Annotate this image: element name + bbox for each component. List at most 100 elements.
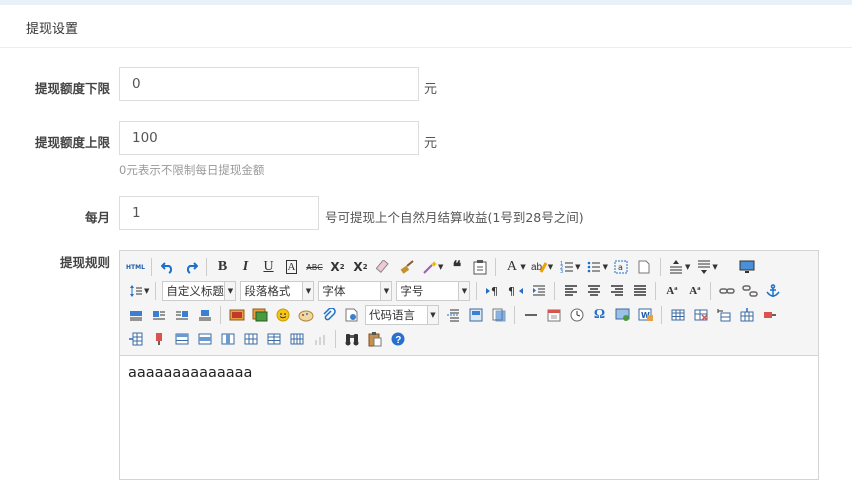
search-replace-icon[interactable]	[342, 329, 362, 349]
special-chars-icon[interactable]: Ω	[590, 305, 610, 325]
select-all-icon[interactable]: a	[611, 257, 631, 277]
image-left-icon[interactable]	[149, 305, 169, 325]
delete-row-icon[interactable]	[760, 305, 780, 325]
line-height-icon[interactable]	[126, 281, 146, 301]
undo-icon[interactable]	[158, 257, 178, 277]
row-spacing-top-icon[interactable]	[666, 257, 686, 277]
indent-icon[interactable]	[529, 281, 549, 301]
delete-column-icon[interactable]	[149, 329, 169, 349]
section-title: 提现设置	[26, 22, 79, 37]
toolbar-divider	[151, 258, 152, 276]
toolbar-divider	[661, 306, 662, 324]
horizontal-rule-icon[interactable]	[521, 305, 541, 325]
align-justify-icon[interactable]	[630, 281, 650, 301]
insert-table-icon[interactable]	[668, 305, 688, 325]
link-icon[interactable]	[717, 281, 737, 301]
attachment-icon[interactable]	[319, 305, 339, 325]
chevron-down-icon: ▼	[458, 282, 470, 300]
chevron-down-icon[interactable]: ▼	[144, 287, 149, 295]
split-cells-icon[interactable]	[241, 329, 261, 349]
image-right-icon[interactable]	[172, 305, 192, 325]
merge-down-icon[interactable]	[218, 329, 238, 349]
font-size-value: 字号	[400, 284, 424, 298]
chevron-down-icon[interactable]: ▼	[548, 263, 553, 271]
image-none-icon[interactable]	[126, 305, 146, 325]
redo-icon[interactable]	[181, 257, 201, 277]
page-break-icon[interactable]	[443, 305, 463, 325]
underline-icon[interactable]: U	[259, 257, 279, 277]
chevron-down-icon[interactable]: ▼	[685, 263, 690, 271]
editor-content[interactable]: aaaaaaaaaaaaaa	[128, 365, 252, 381]
merge-cells-icon[interactable]	[172, 329, 192, 349]
insert-row-icon[interactable]	[737, 305, 757, 325]
anchor-icon[interactable]	[763, 281, 783, 301]
unordered-list-icon[interactable]	[584, 257, 604, 277]
image-center-icon[interactable]	[195, 305, 215, 325]
to-lowercase-icon[interactable]: Aª	[685, 281, 705, 301]
eraser-icon[interactable]	[374, 257, 394, 277]
background-icon[interactable]	[489, 305, 509, 325]
font-color-icon[interactable]: A	[502, 257, 522, 277]
paragraph-format-select[interactable]: 段落格式 ▼	[240, 281, 315, 301]
chevron-down-icon[interactable]: ▼	[575, 263, 580, 271]
italic-icon[interactable]: I	[236, 257, 256, 277]
split-columns-icon[interactable]	[287, 329, 307, 349]
rich-text-editor[interactable]: HTML B I U A ABC X2 X2 ▼ ❝ A ▼ ab ▼ 1 2 …	[119, 250, 819, 480]
paste-plain-icon[interactable]	[470, 257, 490, 277]
custom-title-select[interactable]: 自定义标题 ▼	[162, 281, 237, 301]
align-right-icon[interactable]	[607, 281, 627, 301]
ordered-list-icon[interactable]: 123	[557, 257, 577, 277]
date-icon[interactable]	[544, 305, 564, 325]
split-rows-icon[interactable]	[264, 329, 284, 349]
svg-text:¶: ¶	[508, 285, 515, 298]
to-uppercase-icon[interactable]: Aª	[662, 281, 682, 301]
direction-rtl-icon[interactable]: ¶	[506, 281, 526, 301]
font-border-icon[interactable]: A	[282, 257, 302, 277]
map-icon[interactable]	[613, 305, 633, 325]
chevron-down-icon[interactable]: ▼	[438, 263, 443, 271]
chart-icon[interactable]	[310, 329, 330, 349]
blockquote-icon[interactable]: ❝	[447, 257, 467, 277]
html-source-button[interactable]: HTML	[126, 257, 146, 277]
clear-document-icon[interactable]	[634, 257, 654, 277]
code-language-select[interactable]: 代码语言 ▼	[365, 305, 439, 325]
template-icon[interactable]	[466, 305, 486, 325]
insert-column-icon[interactable]	[126, 329, 146, 349]
direction-ltr-icon[interactable]: ¶	[483, 281, 503, 301]
insert-paragraph-before-table-icon[interactable]	[714, 305, 734, 325]
bold-icon[interactable]: B	[213, 257, 233, 277]
toolbar-divider	[710, 282, 712, 300]
max-amount-input[interactable]	[119, 121, 419, 155]
time-icon[interactable]	[567, 305, 587, 325]
toolbar-divider	[476, 282, 478, 300]
min-amount-unit: 元	[424, 82, 438, 97]
unlink-icon[interactable]	[740, 281, 760, 301]
preview-icon[interactable]	[737, 257, 757, 277]
insert-image-icon[interactable]	[227, 305, 247, 325]
chevron-down-icon[interactable]: ▼	[712, 263, 717, 271]
align-center-icon[interactable]	[584, 281, 604, 301]
delete-table-icon[interactable]	[691, 305, 711, 325]
multi-image-icon[interactable]	[250, 305, 270, 325]
paste-icon[interactable]	[365, 329, 385, 349]
font-size-select[interactable]: 字号 ▼	[396, 281, 471, 301]
row-spacing-bottom-icon[interactable]	[694, 257, 714, 277]
chevron-down-icon[interactable]: ▼	[520, 263, 525, 271]
min-amount-input[interactable]	[119, 67, 419, 101]
emotion-icon[interactable]	[273, 305, 293, 325]
help-icon[interactable]: ?	[388, 329, 408, 349]
chevron-down-icon[interactable]: ▼	[603, 263, 608, 271]
scrawl-icon[interactable]	[296, 305, 316, 325]
background-color-icon[interactable]: ab	[529, 257, 549, 277]
subscript-icon[interactable]: X2	[351, 257, 371, 277]
insert-frame-icon[interactable]	[342, 305, 362, 325]
monthly-day-input[interactable]	[119, 196, 319, 230]
word-image-icon[interactable]: W	[636, 305, 656, 325]
superscript-icon[interactable]: X2	[328, 257, 348, 277]
merge-right-icon[interactable]	[195, 329, 215, 349]
align-left-icon[interactable]	[561, 281, 581, 301]
format-brush-icon[interactable]	[397, 257, 417, 277]
font-family-select[interactable]: 字体 ▼	[318, 281, 393, 301]
auto-format-icon[interactable]	[420, 257, 440, 277]
strikethrough-icon[interactable]: ABC	[305, 257, 325, 277]
